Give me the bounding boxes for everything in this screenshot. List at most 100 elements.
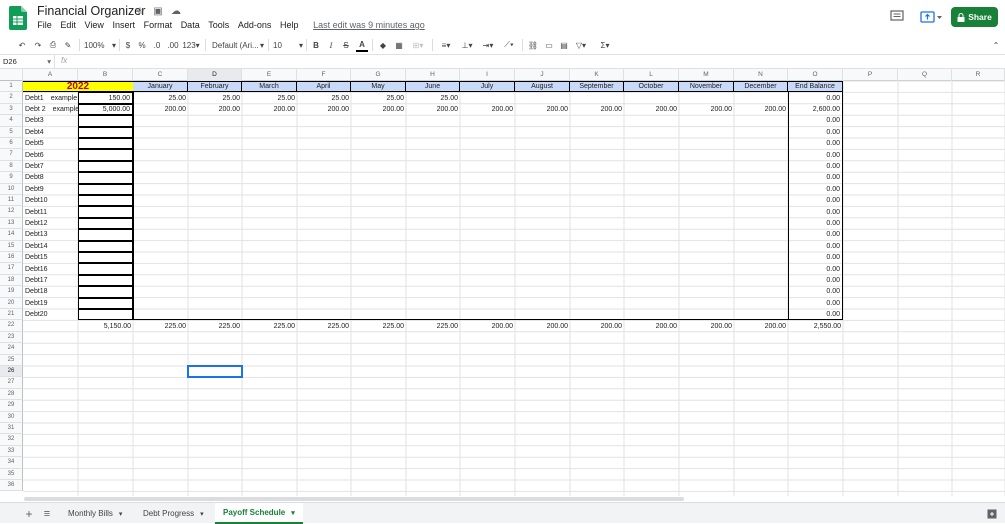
- menu-format[interactable]: Format: [139, 20, 176, 30]
- increase-decimal-button[interactable]: .00: [166, 38, 180, 52]
- total-month[interactable]: 200.00: [515, 320, 570, 331]
- debt-name[interactable]: Debt3: [23, 115, 78, 126]
- end-balance[interactable]: 0.00: [788, 229, 843, 241]
- debt-name[interactable]: Debt20: [23, 309, 78, 320]
- vertical-align-icon[interactable]: ⊥▾: [459, 38, 475, 52]
- starting-balance[interactable]: [78, 263, 133, 275]
- end-balance[interactable]: 0.00: [788, 263, 843, 275]
- debt-name[interactable]: Debt6: [23, 149, 78, 160]
- debt-name[interactable]: Debt13: [23, 229, 78, 240]
- month-header[interactable]: May: [351, 81, 406, 93]
- move-folder-icon[interactable]: ▣: [152, 5, 164, 17]
- month-header[interactable]: March: [242, 81, 297, 93]
- tab-menu-icon[interactable]: ▾: [200, 510, 204, 518]
- text-color-button[interactable]: A: [356, 38, 368, 52]
- debt-name[interactable]: Debt10: [23, 195, 78, 206]
- year-title[interactable]: 2022: [23, 81, 133, 93]
- decrease-decimal-button[interactable]: .0: [151, 38, 163, 52]
- sheet-tab-payoff-schedule[interactable]: Payoff Schedule ▾: [215, 503, 303, 524]
- percent-format-button[interactable]: %: [137, 38, 147, 52]
- fill-color-icon[interactable]: ◆: [377, 38, 389, 52]
- debt-name[interactable]: Debt18: [23, 286, 78, 297]
- last-edit-link[interactable]: Last edit was 9 minutes ago: [309, 20, 429, 30]
- debt-name[interactable]: Debt5: [23, 138, 78, 149]
- total-month[interactable]: 200.00: [624, 320, 679, 331]
- starting-balance[interactable]: [78, 149, 133, 161]
- zoom-select[interactable]: 100% ▾: [84, 38, 116, 52]
- debt-name[interactable]: Debt11: [23, 206, 78, 217]
- month-header[interactable]: January: [133, 81, 188, 93]
- total-month[interactable]: 225.00: [242, 320, 297, 331]
- end-balance[interactable]: 2,600.00: [788, 103, 843, 116]
- starting-balance[interactable]: [78, 160, 133, 173]
- starting-balance[interactable]: [78, 126, 133, 138]
- month-header[interactable]: February: [188, 81, 242, 93]
- starting-balance[interactable]: [78, 309, 133, 321]
- starting-balance[interactable]: [78, 252, 133, 264]
- selected-cell[interactable]: [187, 365, 243, 379]
- spreadsheet-grid[interactable]: ABCDEFGHIJKLMNOPQR 1 2 3 4 5 6 7 8 9 10 11 12 13 14 15…: [0, 69, 1005, 496]
- menu-edit[interactable]: Edit: [56, 20, 80, 30]
- debt-name[interactable]: Debt12: [23, 218, 78, 229]
- menu-tools[interactable]: Tools: [204, 20, 234, 30]
- debt-name[interactable]: Debt7: [23, 161, 78, 172]
- menu-data[interactable]: Data: [176, 20, 204, 30]
- functions-icon[interactable]: Σ▾: [597, 38, 613, 52]
- insert-comment-icon[interactable]: ▭: [543, 38, 555, 52]
- month-header[interactable]: November: [679, 81, 734, 93]
- collapse-toolbar-icon[interactable]: ⌃: [990, 38, 1002, 52]
- sheet-tab-monthly-bills[interactable]: Monthly Bills ▾: [60, 503, 130, 524]
- starting-balance[interactable]: 5,000.00: [78, 103, 133, 116]
- debt-name[interactable]: Debt14: [23, 241, 78, 252]
- month-header[interactable]: August: [515, 81, 570, 93]
- total-month[interactable]: 225.00: [406, 320, 460, 331]
- debt-name[interactable]: Debt19: [23, 298, 78, 309]
- sheets-logo-icon[interactable]: [9, 6, 27, 30]
- insert-chart-icon[interactable]: ▤: [558, 38, 570, 52]
- menu-help[interactable]: Help: [276, 20, 303, 30]
- starting-balance[interactable]: [78, 183, 133, 195]
- paint-format-icon[interactable]: ✎: [62, 38, 74, 52]
- starting-balance[interactable]: [78, 274, 133, 287]
- total-month[interactable]: 200.00: [679, 320, 734, 331]
- debt-name[interactable]: Debt16: [23, 263, 78, 274]
- total-month[interactable]: 225.00: [133, 320, 188, 331]
- end-balance[interactable]: 0.00: [788, 92, 843, 104]
- document-title[interactable]: Financial Organizer: [37, 4, 145, 18]
- menu-file[interactable]: File: [33, 20, 56, 30]
- starting-balance[interactable]: [78, 240, 133, 252]
- total-month[interactable]: 200.00: [570, 320, 624, 331]
- text-rotate-icon[interactable]: ⟋▾: [501, 38, 517, 52]
- month-header[interactable]: July: [460, 81, 515, 93]
- starting-balance[interactable]: [78, 217, 133, 230]
- starting-balance[interactable]: [78, 115, 133, 127]
- end-balance[interactable]: 0.00: [788, 172, 843, 184]
- debt-name[interactable]: Debt4: [23, 127, 78, 138]
- add-sheet-icon[interactable]: +: [20, 503, 38, 524]
- scrollbar-thumb[interactable]: [24, 497, 684, 501]
- all-sheets-icon[interactable]: ≡: [38, 503, 56, 524]
- debt-name[interactable]: Debt17: [23, 275, 78, 286]
- month-header[interactable]: April: [297, 81, 351, 93]
- comment-history-icon[interactable]: [890, 10, 904, 22]
- month-header[interactable]: September: [570, 81, 624, 93]
- end-balance[interactable]: 0.00: [788, 252, 843, 264]
- starting-balance[interactable]: [78, 206, 133, 218]
- debt-name[interactable]: Debt1 example: [23, 92, 78, 103]
- debt-name[interactable]: Debt9: [23, 184, 78, 195]
- more-formats-button[interactable]: 123 ▾: [182, 38, 200, 52]
- print-icon[interactable]: ⎙: [47, 38, 59, 52]
- italic-button[interactable]: I: [326, 38, 336, 52]
- starting-balance[interactable]: [78, 229, 133, 241]
- menu-addons[interactable]: Add-ons: [234, 20, 276, 30]
- end-balance[interactable]: 0.00: [788, 149, 843, 161]
- star-icon[interactable]: ☆: [134, 5, 146, 17]
- starting-balance[interactable]: 150.00: [78, 92, 133, 104]
- end-balance[interactable]: 0.00: [788, 195, 843, 207]
- merge-cells-icon[interactable]: ⊞▾: [409, 38, 427, 52]
- starting-balance[interactable]: [78, 195, 133, 207]
- total-start[interactable]: 5,150.00: [78, 320, 133, 331]
- end-balance[interactable]: 0.00: [788, 160, 843, 173]
- month-header[interactable]: October: [624, 81, 679, 93]
- menu-view[interactable]: View: [80, 20, 108, 30]
